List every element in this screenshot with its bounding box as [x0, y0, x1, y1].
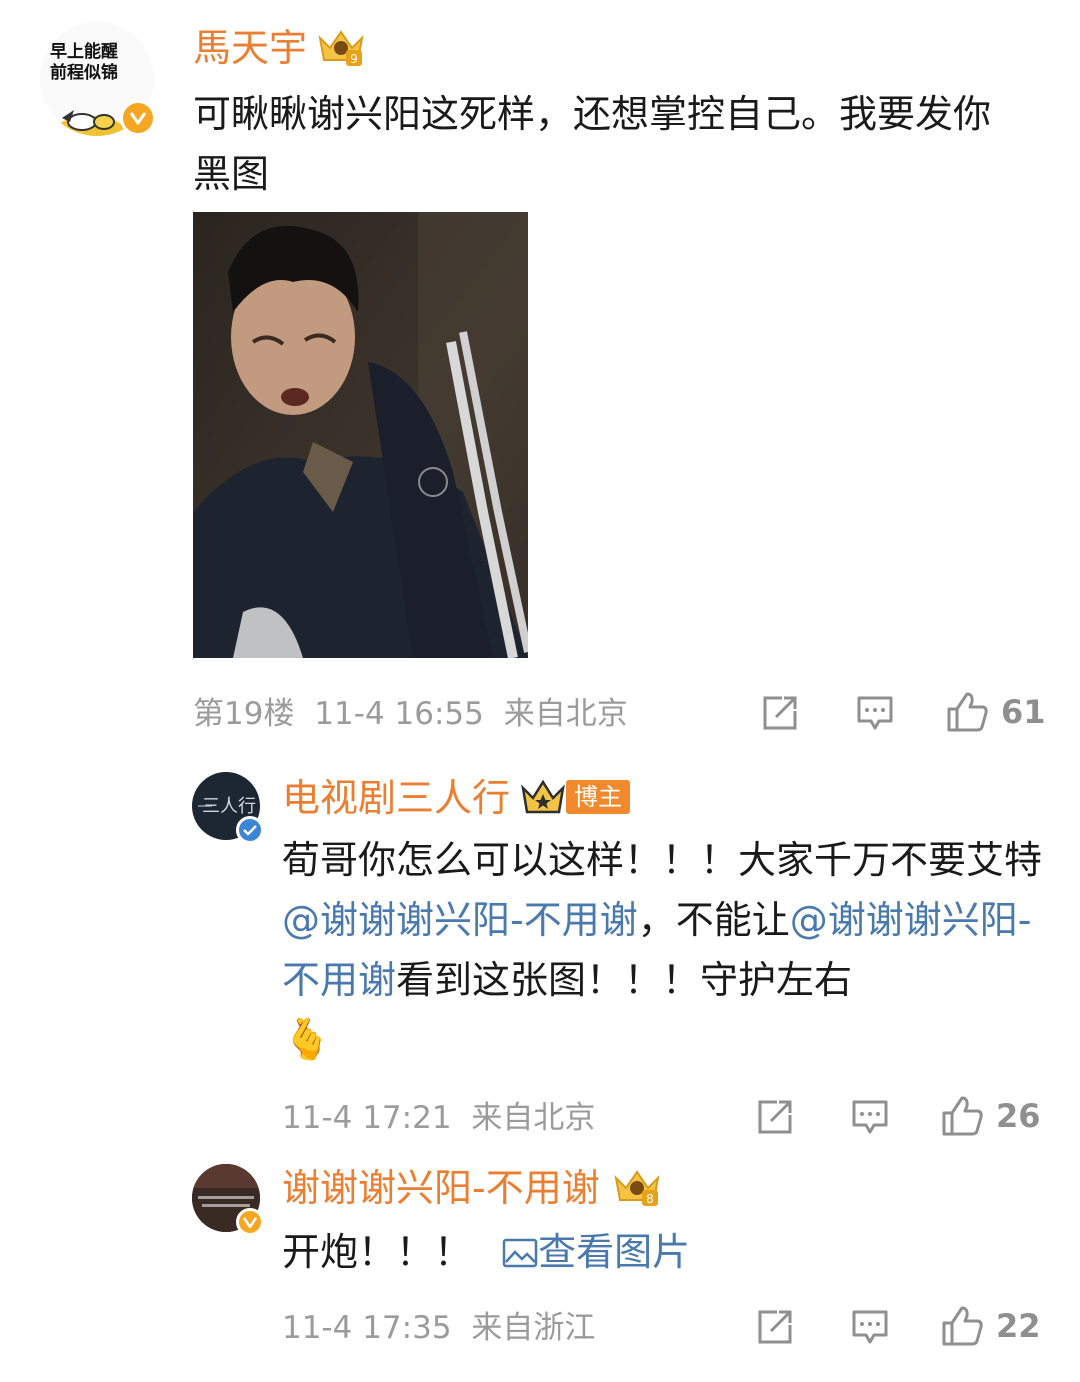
finger-heart-emoji: 🫰: [282, 1017, 332, 1063]
avatar[interactable]: 三人行: [192, 772, 264, 844]
share-button[interactable]: [755, 1307, 795, 1347]
like-count: 61: [1001, 693, 1046, 731]
comment-3: 谢谢谢兴阳-不用谢 8 开炮！！！ 查看图片 11-4 17:35 来自浙江 2…: [0, 1160, 1080, 1382]
comment-location: 来自浙江: [471, 1310, 596, 1346]
comment-text: 可瞅瞅谢兴阳这死样，还想掌控自己。我要发你黑图: [193, 92, 992, 196]
username[interactable]: 馬天宇: [193, 24, 307, 72]
comment-location: 来自北京: [503, 696, 628, 732]
reply-button[interactable]: [855, 693, 895, 733]
like-button[interactable]: 61: [945, 690, 1046, 734]
floor-number: 第19楼: [193, 696, 295, 732]
crown-icon: 8: [614, 1170, 660, 1206]
comment-meta: 11-4 17:35 来自浙江: [282, 1308, 595, 1348]
comment-location: 来自北京: [471, 1100, 596, 1136]
username[interactable]: 电视剧三人行: [282, 774, 510, 822]
username[interactable]: 谢谢谢兴阳-不用谢: [282, 1164, 600, 1212]
thumbs-up-icon: [942, 1306, 983, 1346]
verified-badge-icon: [120, 100, 156, 136]
svg-text:9: 9: [350, 52, 358, 66]
share-button[interactable]: [755, 1097, 795, 1137]
verified-badge-icon: [236, 1208, 264, 1236]
comment-text: 开炮！！！ 查看图片: [282, 1230, 691, 1274]
share-button[interactable]: [760, 693, 800, 733]
avatar[interactable]: [192, 1164, 264, 1236]
share-icon: [758, 1100, 792, 1134]
like-count: 22: [996, 1307, 1041, 1345]
comment-text: 荀哥你怎么可以这样！！！大家千万不要艾特@谢谢谢兴阳-不用谢，不能让@谢谢谢兴阳…: [282, 838, 1043, 1063]
author-badge: 博主: [566, 780, 630, 814]
comment-icon: [852, 1310, 888, 1344]
comment-1: 早上能醒 前程似锦 馬天宇 9 可瞅瞅谢兴阳这死样，还想掌控自己。我要发你黑图: [0, 0, 1080, 750]
comment-time: 11-4 17:21: [282, 1100, 452, 1136]
svg-text:8: 8: [646, 1192, 654, 1206]
crown-icon: 9: [318, 30, 364, 66]
mention-link[interactable]: @谢谢谢兴阳-不用谢: [282, 898, 638, 942]
like-button[interactable]: 22: [940, 1304, 1041, 1348]
comment-time: 11-4 17:35: [282, 1310, 452, 1346]
comment-photo[interactable]: [193, 212, 528, 658]
comment-meta: 11-4 17:21 来自北京: [282, 1098, 595, 1138]
reply-button[interactable]: [850, 1307, 890, 1347]
verified-badge-icon: [236, 816, 264, 844]
view-image-link[interactable]: 查看图片: [502, 1230, 690, 1274]
thumbs-up-icon: [947, 692, 988, 732]
comment-time: 11-4 16:55: [314, 696, 484, 732]
comment-icon: [852, 1100, 888, 1134]
like-button[interactable]: 26: [940, 1094, 1041, 1138]
avatar[interactable]: 早上能醒 前程似锦: [40, 22, 156, 136]
comment-meta: 第19楼 11-4 16:55 来自北京: [193, 694, 628, 734]
share-icon: [758, 1310, 792, 1344]
crown-icon: [521, 779, 565, 814]
thumbs-up-icon: [942, 1096, 983, 1136]
image-icon: [502, 1238, 538, 1268]
like-count: 26: [996, 1097, 1041, 1135]
share-icon: [763, 696, 797, 730]
reply-button[interactable]: [850, 1097, 890, 1137]
comment-icon: [857, 696, 893, 730]
comment-2: 三人行 电视剧三人行 博主 荀哥你怎么可以这样！！！大家千万不要艾特@谢谢谢兴阳…: [0, 750, 1080, 1160]
